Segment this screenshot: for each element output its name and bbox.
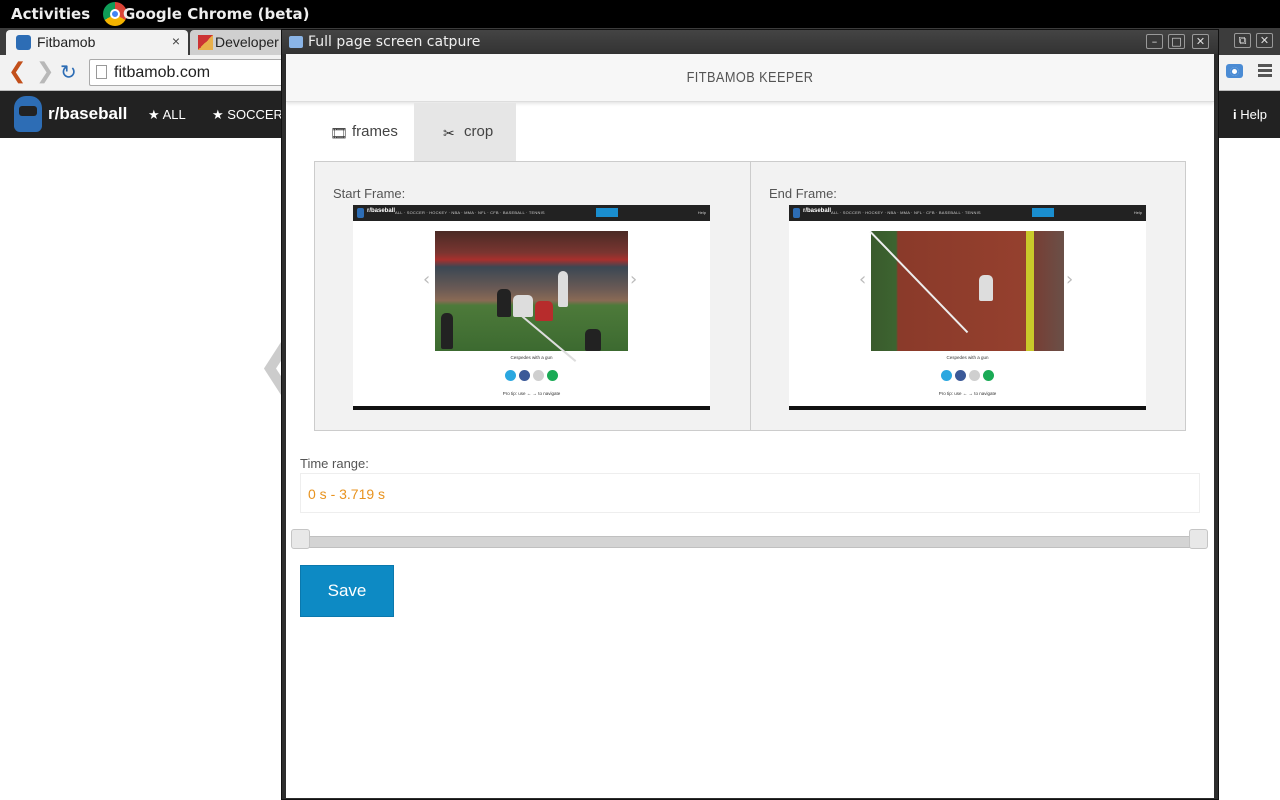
window-restore-button[interactable]: ⧉	[1234, 33, 1251, 48]
share-buttons	[941, 368, 997, 386]
site-brand[interactable]: r/baseball	[48, 104, 127, 124]
next-arrow-icon: ›	[630, 269, 638, 290]
foul-line	[869, 231, 969, 334]
app-title: FITBAMOB KEEPER	[686, 69, 814, 86]
chrome-menu-icon[interactable]	[1258, 64, 1272, 78]
developer-favicon-icon	[198, 35, 213, 50]
foul-pole	[1026, 231, 1034, 351]
window-content: FITBAMOB KEEPER 🎞 frames ✂ crop Start Fr…	[286, 54, 1214, 798]
save-button[interactable]: Save	[300, 565, 394, 617]
tab-crop[interactable]: ✂ crop	[414, 103, 516, 161]
player-figure	[441, 313, 453, 349]
browser-tab-developer[interactable]: Developer	[190, 30, 286, 55]
thumbnail-brand: r/baseball	[803, 208, 832, 214]
browser-tab-fitbamob[interactable]: Fitbamob ×	[6, 30, 188, 55]
thumbnail-tip: Pro tip: use ← → to navigate	[938, 391, 997, 396]
reload-icon[interactable]: ↻	[60, 61, 77, 83]
range-slider-track[interactable]	[300, 536, 1200, 548]
time-range-field[interactable]: 0 s - 3.719 s	[300, 473, 1200, 513]
link-icon	[547, 370, 558, 381]
reddit-icon	[969, 370, 980, 381]
page-icon	[96, 65, 107, 79]
video-frame-image	[869, 231, 1064, 351]
facebook-icon	[955, 370, 966, 381]
maximize-button[interactable]: □	[1168, 34, 1185, 49]
tab-frames[interactable]: 🎞 frames	[314, 103, 414, 161]
start-frame-label: Start Frame:	[333, 186, 406, 201]
twitter-icon	[941, 370, 952, 381]
back-arrow-icon[interactable]: ❮	[8, 61, 26, 83]
player-figure	[513, 295, 533, 317]
time-range-label: Time range:	[300, 456, 369, 471]
thumbnail-help: Help	[697, 210, 706, 215]
frames-panel: Start Frame: End Frame: r/baseball ALL ·…	[314, 161, 1186, 431]
scissors-icon: ✂	[443, 125, 455, 141]
link-icon	[983, 370, 994, 381]
reddit-icon	[533, 370, 544, 381]
nav-link-help[interactable]: i Help	[1233, 107, 1267, 122]
nav-link-soccer[interactable]: ★ SOCCER	[212, 107, 283, 123]
player-figure	[535, 301, 553, 321]
prev-arrow-icon: ‹	[859, 269, 867, 290]
thumbnail-navbar: r/baseball ALL · SOCCER · HOCKEY · NBA ·…	[789, 205, 1146, 221]
video-frame-image	[435, 231, 628, 362]
thumbnail-help: Help	[1133, 210, 1142, 215]
forward-arrow-icon[interactable]: ❯	[36, 61, 54, 83]
minimize-button[interactable]: –	[1146, 34, 1163, 49]
screen-capture-window: Full page screen catpure – □ ✕ FITBAMOB …	[281, 29, 1219, 800]
close-button[interactable]: ✕	[1192, 34, 1209, 49]
thumbnail-upload-button	[596, 208, 618, 217]
time-range-value: 0 s - 3.719 s	[308, 486, 386, 502]
camera-icon	[289, 36, 303, 48]
site-logo-icon	[793, 208, 800, 218]
close-tab-icon[interactable]: ×	[172, 33, 180, 49]
nav-link-all[interactable]: ★ ALL	[148, 107, 186, 123]
system-top-bar: Activities Google Chrome (beta)	[0, 0, 1280, 28]
window-close-button[interactable]: ✕	[1256, 33, 1273, 48]
facebook-icon	[519, 370, 530, 381]
thumbnail-caption: Cespedes with a gun	[946, 355, 989, 360]
thumbnail-upload-button	[1032, 208, 1054, 217]
twitter-icon	[505, 370, 516, 381]
tab-label: Fitbamob	[37, 34, 96, 50]
player-figure	[558, 271, 568, 307]
app-header: FITBAMOB KEEPER	[286, 54, 1214, 102]
activities-button[interactable]: Activities	[11, 5, 90, 23]
thumbnail-navbar: r/baseball ALL · SOCCER · HOCKEY · NBA ·…	[353, 205, 710, 221]
divider	[750, 162, 751, 430]
window-title: Full page screen catpure	[308, 34, 481, 50]
site-logo-icon	[357, 208, 364, 218]
tab-label: frames	[352, 123, 398, 140]
nav-label: Help	[1240, 107, 1267, 122]
thumbnail-nav-links: ALL · SOCCER · HOCKEY · NBA · MMA · NFL …	[831, 210, 981, 215]
nav-label: ALL	[162, 107, 186, 122]
tab-label: crop	[464, 123, 494, 140]
fitbamob-favicon-icon	[16, 35, 31, 50]
film-icon: 🎞	[330, 125, 348, 141]
camera-extension-icon[interactable]	[1226, 64, 1243, 78]
thumbnail-tip: Pro tip: use ← → to navigate	[502, 391, 561, 396]
end-frame-thumbnail[interactable]: r/baseball ALL · SOCCER · HOCKEY · NBA ·…	[789, 205, 1146, 410]
start-frame-thumbnail[interactable]: r/baseball ALL · SOCCER · HOCKEY · NBA ·…	[353, 205, 710, 410]
end-frame-label: End Frame:	[769, 186, 837, 201]
nav-label: SOCCER	[227, 107, 283, 122]
url-text: fitbamob.com	[114, 64, 211, 81]
thumbnail-nav-links: ALL · SOCCER · HOCKEY · NBA · MMA · NFL …	[395, 210, 545, 215]
player-figure	[497, 289, 511, 317]
range-slider-start-handle[interactable]	[291, 529, 310, 549]
info-icon: i	[1233, 107, 1237, 122]
next-arrow-icon: ›	[1066, 269, 1074, 290]
thumbnail-caption: Cespedes with a gun	[510, 355, 553, 360]
player-figure	[585, 329, 601, 351]
share-buttons	[505, 368, 561, 386]
thumbnail-brand: r/baseball	[367, 208, 396, 214]
window-titlebar[interactable]: Full page screen catpure – □ ✕	[282, 30, 1218, 54]
range-slider-end-handle[interactable]	[1189, 529, 1208, 549]
prev-arrow-icon: ‹	[423, 269, 431, 290]
tab-label: Developer	[215, 34, 279, 50]
player-figure	[979, 275, 993, 301]
site-logo-icon[interactable]	[14, 96, 42, 132]
app-menu[interactable]: Google Chrome (beta)	[123, 5, 310, 23]
